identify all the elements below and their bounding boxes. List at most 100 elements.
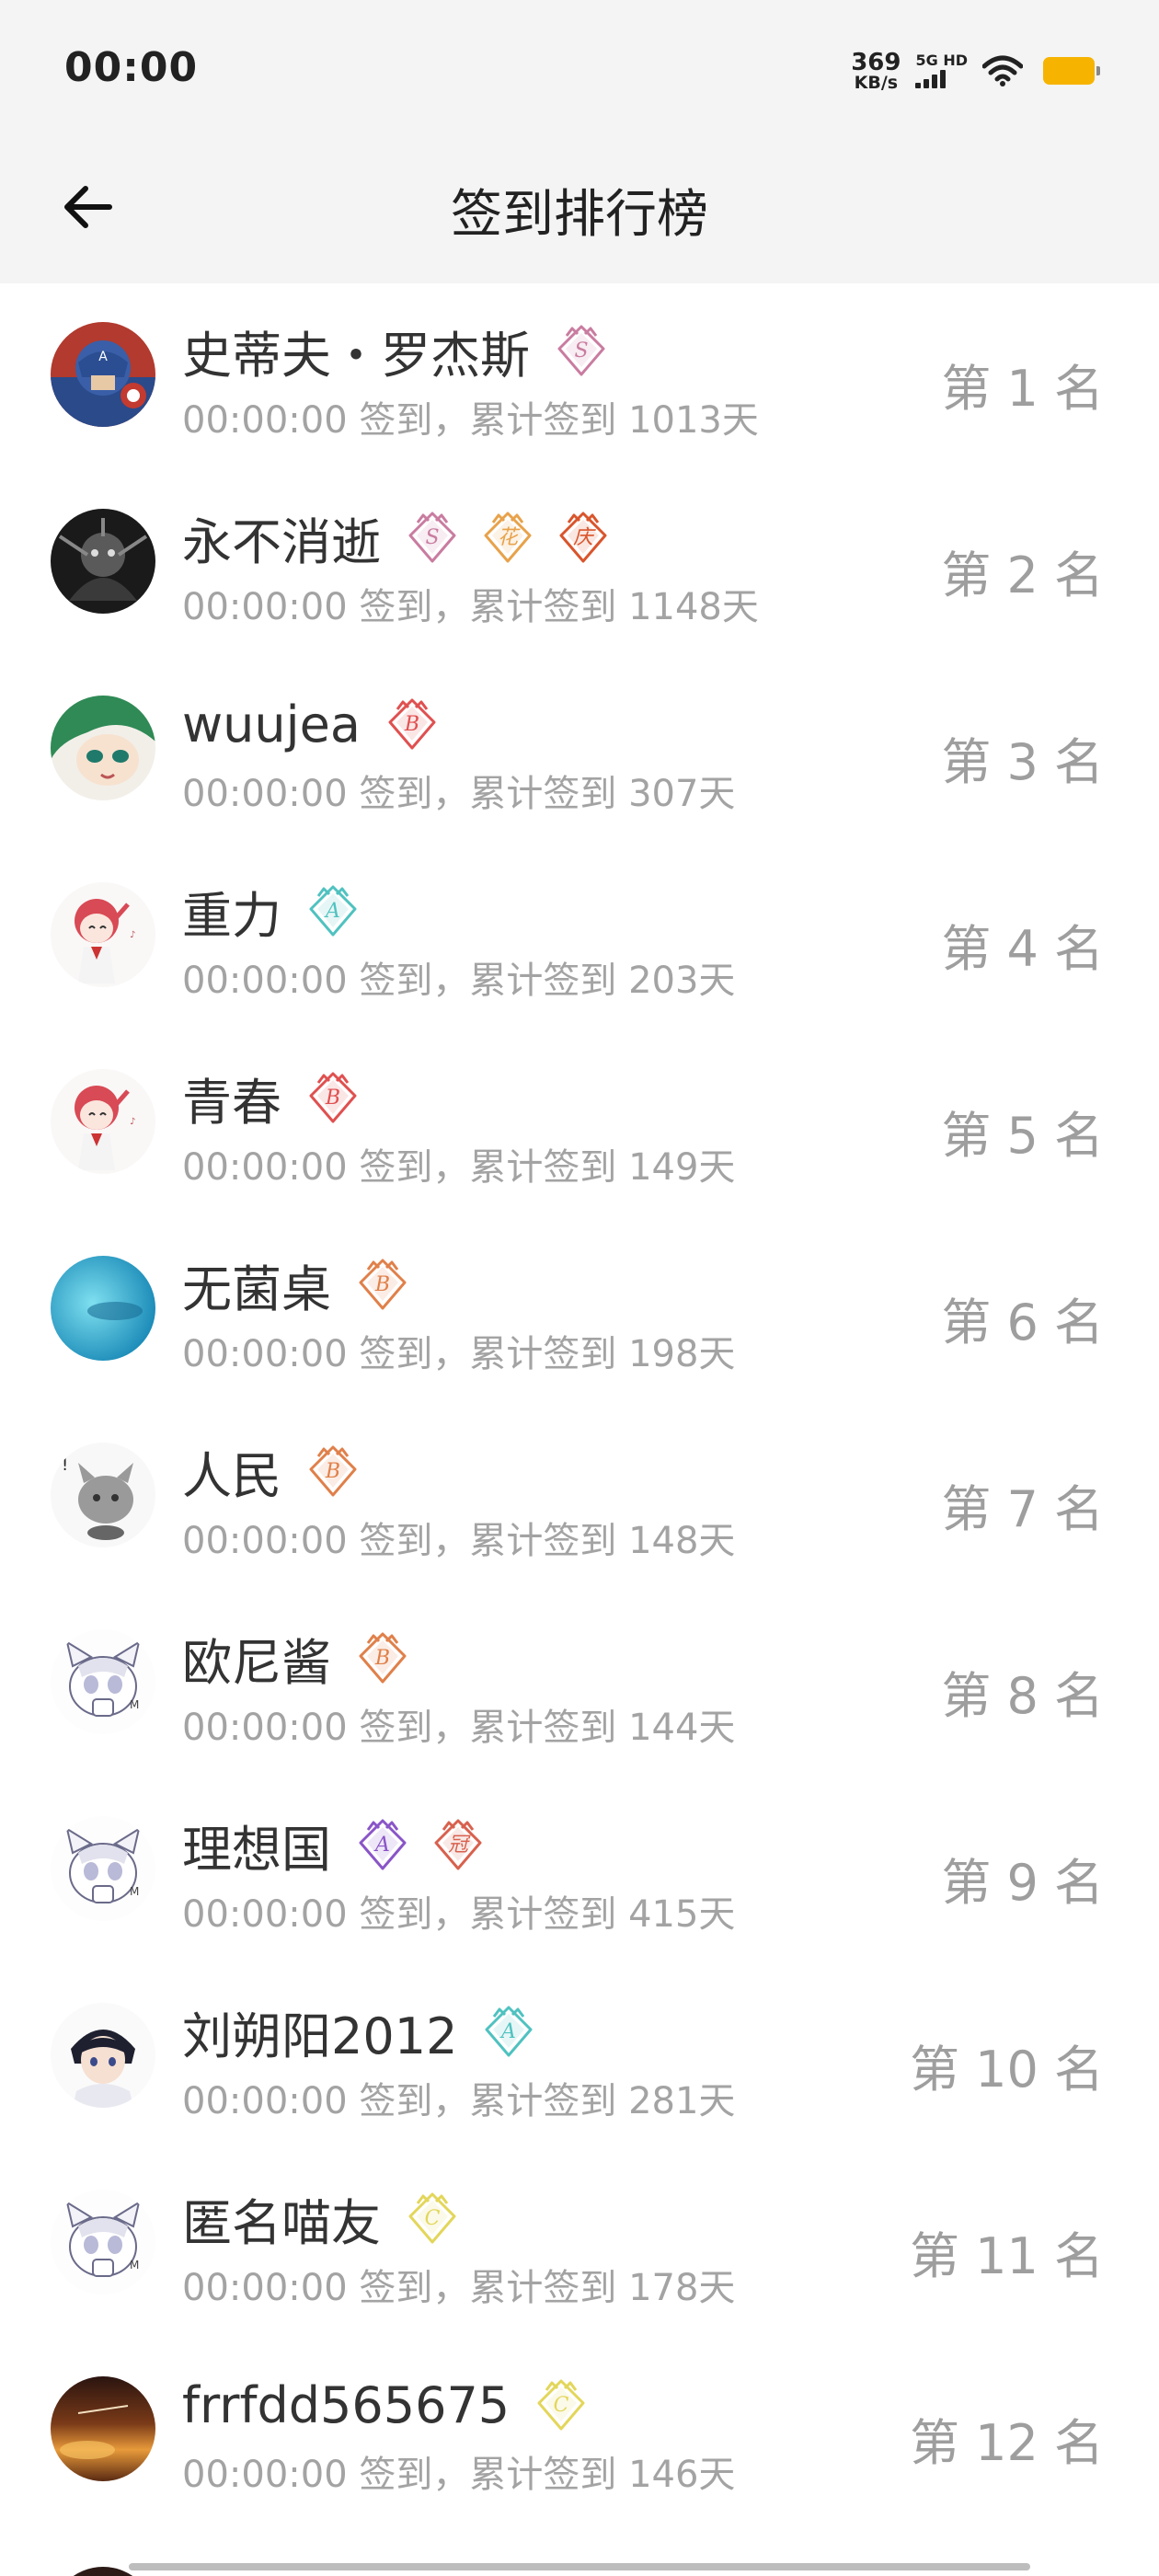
avatar[interactable]: M	[51, 1629, 155, 1734]
svg-text:B: B	[374, 1273, 390, 1296]
name-line: 匿名喵友 C	[182, 2186, 460, 2252]
svg-text:M: M	[130, 1885, 139, 1898]
svg-text:B: B	[374, 1647, 390, 1670]
svg-text:庆: 庆	[573, 526, 596, 549]
rank-label: 第 11 名	[909, 2227, 1104, 2285]
checkin-meta: 00:00:00 签到，累计签到 415天	[182, 1893, 736, 1936]
list-item[interactable]: frrfdd565675 C 00:00:00 签到，累计签到 146天 第 12 名	[0, 2338, 1159, 2524]
badge-group: B	[305, 1443, 361, 1499]
name-line: 重力 A	[182, 879, 361, 945]
list-item[interactable]: M 匿名喵友 C 00:00:00 签到，累计签到 178天第 11 名	[0, 2151, 1159, 2338]
avatar[interactable]	[51, 2376, 155, 2481]
list-item[interactable]: ! 人民 B 00:00:00 签到，累计签到 148天 第 7 名	[0, 1404, 1159, 1591]
svg-text:A: A	[373, 1834, 390, 1857]
badge-group: C	[405, 2191, 460, 2246]
svg-text:S: S	[574, 339, 588, 362]
list-item[interactable]: M 理想国 A 冠 00:00:00 签到，累计签到 415天第 9 名	[0, 1777, 1159, 1964]
level-badge-icon: B	[305, 1443, 361, 1499]
status-icons: 369 KB/s 5G HD	[851, 48, 1100, 94]
name-line: wuujea B	[182, 692, 440, 756]
svg-text:♪: ♪	[130, 1117, 135, 1127]
avatar[interactable]	[51, 2003, 155, 2108]
badge-group: A冠	[355, 1817, 486, 1872]
rank-label: 第 12 名	[909, 2414, 1104, 2472]
svg-text:冠: 冠	[448, 1834, 471, 1857]
checkin-meta: 00:00:00 签到，累计签到 178天	[182, 2267, 736, 2309]
level-badge-icon: A	[305, 883, 361, 938]
wifi-icon	[982, 55, 1023, 86]
avatar[interactable]	[51, 1256, 155, 1361]
avatar[interactable]: !	[51, 1443, 155, 1547]
list-item[interactable]: A 史蒂夫・罗杰斯 S 00:00:00 签到，累计签到 1013天 第 1 名	[0, 283, 1159, 470]
username[interactable]: wuujea	[182, 696, 361, 753]
list-item[interactable]: ♪ 青春 B 00:00:00 签到，累计签到 149天 第 5 名	[0, 1030, 1159, 1217]
avatar[interactable]: M	[51, 2190, 155, 2294]
username[interactable]: 人民	[182, 1435, 281, 1508]
list-item[interactable]: ♪ 重力 A 00:00:00 签到，累计签到 203天第 4 名	[0, 844, 1159, 1030]
checkin-meta: 00:00:00 签到，累计签到 1148天	[182, 586, 759, 628]
badge-group: C	[534, 2377, 589, 2432]
level-badge-icon: A	[355, 1817, 410, 1872]
username[interactable]: 重力	[182, 875, 281, 948]
level-badge-icon: 庆	[556, 510, 611, 565]
rank-label: 第 3 名	[941, 733, 1104, 791]
avatar[interactable]	[51, 696, 155, 800]
svg-text:B: B	[325, 1087, 340, 1110]
rank-label: 第 8 名	[941, 1667, 1104, 1725]
checkin-meta: 00:00:00 签到，累计签到 281天	[182, 2080, 736, 2122]
badge-group: B	[384, 696, 440, 752]
username[interactable]: 理想国	[182, 1809, 331, 1881]
username[interactable]: 青春	[182, 1062, 281, 1134]
name-line: 无菌桌 B	[182, 1252, 410, 1318]
badge-group: B	[305, 1070, 361, 1125]
list-item[interactable]: 永不消逝 S 花 庆 00:00:00 签到，累计签到 1148天 第 2 名	[0, 470, 1159, 657]
net-speed-unit: KB/s	[854, 72, 899, 93]
username[interactable]: 无菌桌	[182, 1248, 331, 1321]
list-item[interactable]: wuujea B 00:00:00 签到，累计签到 307天 第 3 名	[0, 657, 1159, 844]
rank-label: 第 5 名	[941, 1107, 1104, 1165]
status-bar: 00:00 369 KB/s 5G HD	[0, 0, 1159, 138]
checkin-meta: 00:00:00 签到，累计签到 144天	[182, 1707, 736, 1749]
avatar[interactable]: ♪	[51, 882, 155, 987]
home-indicator[interactable]	[129, 2563, 1030, 2570]
svg-text:C: C	[554, 2394, 569, 2417]
svg-text:A: A	[324, 900, 340, 923]
rank-label: 第 9 名	[941, 1854, 1104, 1912]
level-badge-icon: B	[355, 1630, 410, 1685]
svg-text:♪: ♪	[130, 930, 135, 940]
username[interactable]: 欧尼酱	[182, 1622, 331, 1695]
avatar[interactable]: ♪	[51, 1069, 155, 1174]
app-screen: 00:00 369 KB/s 5G HD 签到排行榜 A 史蒂夫・罗杰斯 S 0…	[0, 0, 1159, 2576]
level-badge-icon: S	[554, 323, 609, 378]
rank-label: 第 4 名	[941, 920, 1104, 978]
battery-icon	[1043, 57, 1100, 85]
list-item[interactable]: M 欧尼酱 B 00:00:00 签到，累计签到 144天 第 8 名	[0, 1591, 1159, 1777]
username[interactable]: frrfdd565675	[182, 2376, 510, 2434]
badge-group: S	[554, 323, 609, 378]
net-speed-value: 369	[851, 48, 901, 76]
level-badge-icon: B	[355, 1257, 410, 1312]
svg-text:!: !	[62, 1455, 68, 1475]
username[interactable]: 史蒂夫・罗杰斯	[182, 315, 530, 387]
rank-label: 第 7 名	[941, 1480, 1104, 1538]
name-line: 刘朔阳2012 A	[182, 1999, 536, 2065]
page-title: 签到排行榜	[451, 185, 708, 245]
checkin-meta: 00:00:00 签到，累计签到 146天	[182, 2454, 736, 2496]
signal-icon: 5G HD	[915, 53, 968, 88]
svg-text:B: B	[325, 1460, 340, 1483]
status-time: 00:00	[64, 44, 199, 91]
username[interactable]: 匿名喵友	[182, 2182, 381, 2255]
avatar[interactable]: M	[51, 1816, 155, 1921]
avatar[interactable]	[51, 509, 155, 614]
checkin-meta: 00:00:00 签到，累计签到 148天	[182, 1520, 736, 1562]
avatar[interactable]: A	[51, 322, 155, 427]
username[interactable]: 刘朔阳2012	[182, 1995, 457, 2068]
level-badge-icon: C	[534, 2377, 589, 2432]
svg-text:M: M	[130, 1698, 139, 1711]
username[interactable]: 永不消逝	[182, 501, 381, 574]
checkin-meta: 00:00:00 签到，累计签到 307天	[182, 773, 736, 815]
svg-text:M: M	[130, 2259, 139, 2271]
list-item[interactable]: 刘朔阳2012 A 00:00:00 签到，累计签到 281天第 10 名	[0, 1964, 1159, 2151]
level-badge-icon: 冠	[430, 1817, 486, 1872]
list-item[interactable]: 无菌桌 B 00:00:00 签到，累计签到 198天第 6 名	[0, 1217, 1159, 1404]
